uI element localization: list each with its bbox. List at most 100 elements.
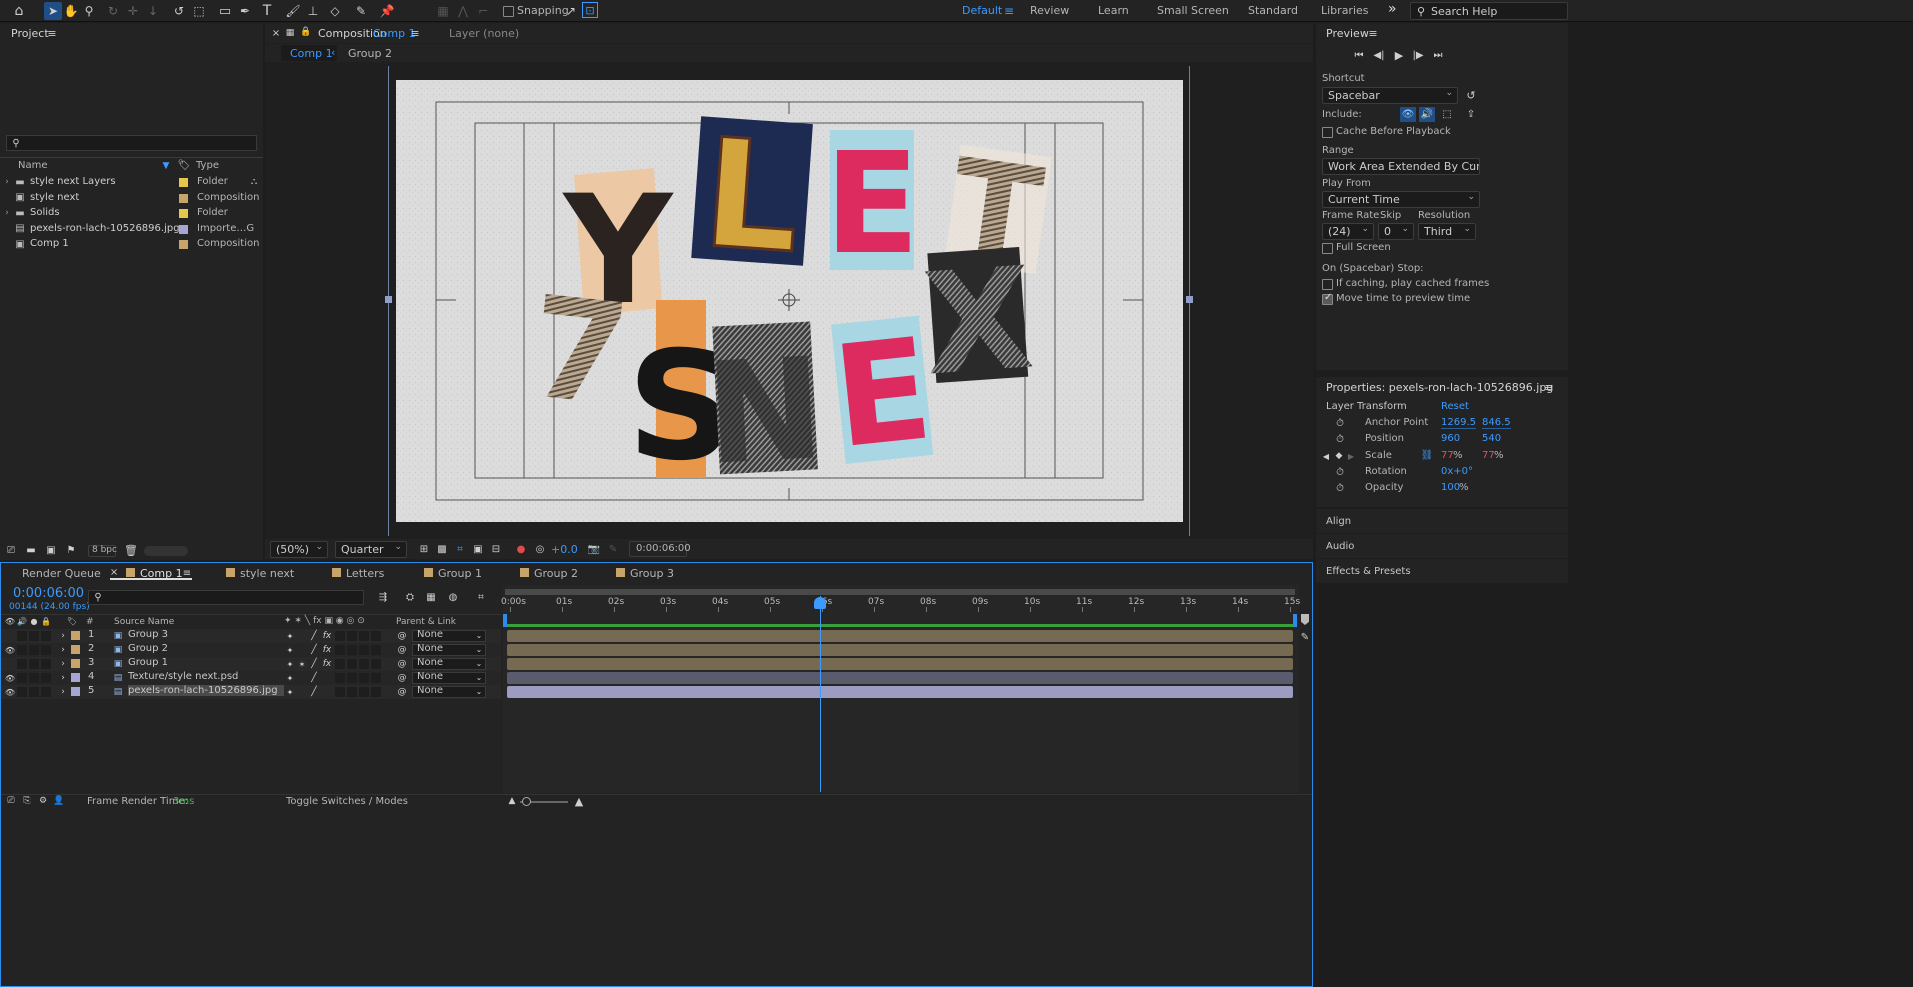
last-frame-icon[interactable]: ⏭	[1431, 48, 1445, 62]
rectangle-tool-icon[interactable]: ▭	[216, 2, 234, 20]
reset-shortcut-icon[interactable]: ↺	[1464, 88, 1478, 102]
export-icon[interactable]: ⇪	[1464, 107, 1478, 122]
layer-duration-bar[interactable]	[507, 686, 1293, 698]
timeline-tab[interactable]: Render Queue	[22, 567, 101, 580]
lock-toggle-icon[interactable]: 🔒	[300, 26, 311, 38]
home-icon[interactable]: ⌂	[10, 2, 28, 20]
rotation-value[interactable]: 0x+0°	[1441, 466, 1473, 477]
prev-frame-icon[interactable]: ◀|	[1372, 48, 1386, 62]
visibility-eye-icon[interactable]: 👁	[5, 644, 15, 656]
exposure-value[interactable]: +0.0	[551, 543, 578, 556]
align-panel[interactable]	[1316, 509, 1568, 533]
layer-viewer-tab[interactable]: Layer (none)	[449, 27, 519, 40]
include-overlays-icon[interactable]: ⬚	[1439, 107, 1455, 122]
layer-switch-box[interactable]	[371, 645, 381, 655]
layer-name[interactable]: pexels-ron-lach-10526896.jpg	[128, 685, 284, 696]
chevron-right-icon[interactable]: ›	[3, 176, 11, 188]
close-tab-icon[interactable]: ×	[271, 27, 281, 39]
layer-switches-toggle-icon[interactable]: ⎚	[5, 795, 17, 807]
pick-whip-icon[interactable]: @	[397, 672, 407, 684]
include-audio-icon[interactable]: 🔊	[1419, 107, 1435, 122]
work-area-start-handle[interactable]	[503, 614, 507, 627]
motion-blur-icon[interactable]: ◍	[446, 590, 460, 604]
layer-switch-box[interactable]	[335, 645, 345, 655]
layer-name[interactable]: Texture/style next.psd	[128, 671, 238, 682]
stopwatch-icon[interactable]: ⏱	[1334, 482, 1346, 494]
timeline-tab[interactable]: style next	[240, 567, 294, 580]
timeline-timecode[interactable]: 0:00:06:00	[13, 586, 84, 601]
pick-whip-icon[interactable]: @	[397, 630, 407, 642]
transparency-grid-icon[interactable]: ▩	[435, 542, 449, 556]
pen-tool-icon[interactable]: ✒	[236, 2, 254, 20]
hand-tool-icon[interactable]: ✋	[62, 2, 80, 20]
zoom-out-icon[interactable]: ▲	[506, 795, 518, 807]
cache-before-playback-checkbox[interactable]	[1322, 127, 1333, 138]
layer-switch-box[interactable]	[17, 631, 27, 641]
layer-label-swatch[interactable]	[71, 631, 80, 640]
timeline-tab[interactable]: Comp 1	[140, 567, 183, 580]
layer-label-swatch[interactable]	[71, 645, 80, 654]
project-item[interactable]: ▣ style next Composition	[0, 191, 263, 206]
layer-duration-bar[interactable]	[507, 672, 1293, 684]
viewer-handle-right[interactable]	[1186, 296, 1193, 303]
chevron-right-icon[interactable]: ›	[59, 644, 67, 656]
label-color-swatch[interactable]	[179, 240, 188, 249]
anchor-y-value[interactable]: 846.5	[1482, 417, 1511, 429]
label-column-icon[interactable]: 🏷	[178, 159, 191, 171]
toggle-switches-modes[interactable]: Toggle Switches / Modes	[286, 796, 408, 807]
layer-switch-box[interactable]	[335, 673, 345, 683]
snap-extend-icon[interactable]: ↗	[562, 2, 580, 20]
quality-switch-icon[interactable]: ╱	[309, 644, 319, 656]
transform-reset-link[interactable]: Reset	[1441, 401, 1469, 412]
layer-switch-box[interactable]	[29, 687, 39, 697]
next-frame-icon[interactable]: |▶	[1411, 48, 1425, 62]
layer-label-swatch[interactable]	[71, 673, 80, 682]
thumbnail-slider[interactable]	[144, 546, 188, 556]
align-panel-title[interactable]: Align	[1326, 516, 1351, 527]
shortcut-select[interactable]: Spacebar ⌄	[1322, 87, 1458, 104]
quality-switch-icon[interactable]: ╱	[309, 658, 319, 670]
properties-menu-icon[interactable]: ≡	[1543, 381, 1555, 394]
chevron-right-icon[interactable]: ›	[3, 207, 11, 219]
layer-row[interactable]: 👁 › 2 ▣ Group 2 ✦ ╱ fx @ None ⌄	[1, 643, 501, 657]
opacity-value[interactable]: 100	[1441, 482, 1460, 493]
layer-switch-box[interactable]	[17, 659, 27, 669]
layer-switch-box[interactable]	[371, 659, 381, 669]
layer-row[interactable]: › 1 ▣ Group 3 ✦ ╱ fx @ None ⌄	[1, 629, 501, 643]
eraser-tool-icon[interactable]: ◇	[326, 2, 344, 20]
zoom-in-icon[interactable]: ▲	[572, 795, 586, 808]
tab-menu-icon[interactable]: ≡	[182, 567, 192, 579]
frame-rate-select[interactable]: (24) ⌄	[1322, 223, 1374, 240]
lock-icon[interactable]: ▦	[285, 27, 295, 39]
layer-switch-box[interactable]	[371, 673, 381, 683]
visibility-eye-icon[interactable]: 👁	[5, 686, 15, 698]
zoom-select[interactable]: (50%) ⌄	[270, 541, 328, 558]
chevron-right-icon[interactable]: ›	[59, 672, 67, 684]
preview-resolution-select[interactable]: Third ⌄	[1418, 223, 1476, 240]
composition-mini-flowchart-icon[interactable]: ⇶	[376, 590, 390, 604]
zoom-slider-thumb[interactable]	[522, 797, 531, 806]
interpret-footage-icon[interactable]: ⎚	[4, 543, 18, 557]
keyframe-add-icon[interactable]: ◆	[1334, 450, 1344, 462]
composition-menu-icon[interactable]: ≡	[409, 27, 421, 40]
shy-switch-icon[interactable]: ✦	[285, 672, 295, 684]
project-search-input[interactable]: ⚲	[6, 135, 257, 151]
project-col-name[interactable]: Name	[18, 160, 48, 171]
label-color-swatch[interactable]	[179, 209, 188, 218]
effects-presets-title[interactable]: Effects & Presets	[1326, 566, 1411, 577]
project-item[interactable]: ▤ pexels-ron-lach-10526896.jpg Importe…G	[0, 222, 263, 237]
sort-desc-icon[interactable]: ▼	[160, 160, 172, 172]
in-out-toggle-icon[interactable]: ⚙	[37, 795, 49, 807]
if-caching-checkbox[interactable]	[1322, 279, 1333, 290]
chevron-right-icon[interactable]: ›	[59, 686, 67, 698]
full-screen-checkbox[interactable]	[1322, 243, 1333, 254]
layer-switch-box[interactable]	[29, 645, 39, 655]
shy-switch-icon[interactable]: ✦	[285, 644, 295, 656]
layer-row[interactable]: 👁 › 5 ▤ pexels-ron-lach-10526896.jpg ✦ ╱ @ None ⌄	[1, 685, 501, 699]
viewer-handle-left[interactable]	[385, 296, 392, 303]
layer-label-swatch[interactable]	[71, 659, 80, 668]
graph-editor-icon[interactable]: ⌗	[474, 590, 488, 604]
adjust-settings-icon[interactable]: ⚑	[64, 543, 78, 557]
work-area-end-handle[interactable]	[1293, 614, 1297, 627]
layer-name[interactable]: Group 3	[128, 629, 168, 640]
